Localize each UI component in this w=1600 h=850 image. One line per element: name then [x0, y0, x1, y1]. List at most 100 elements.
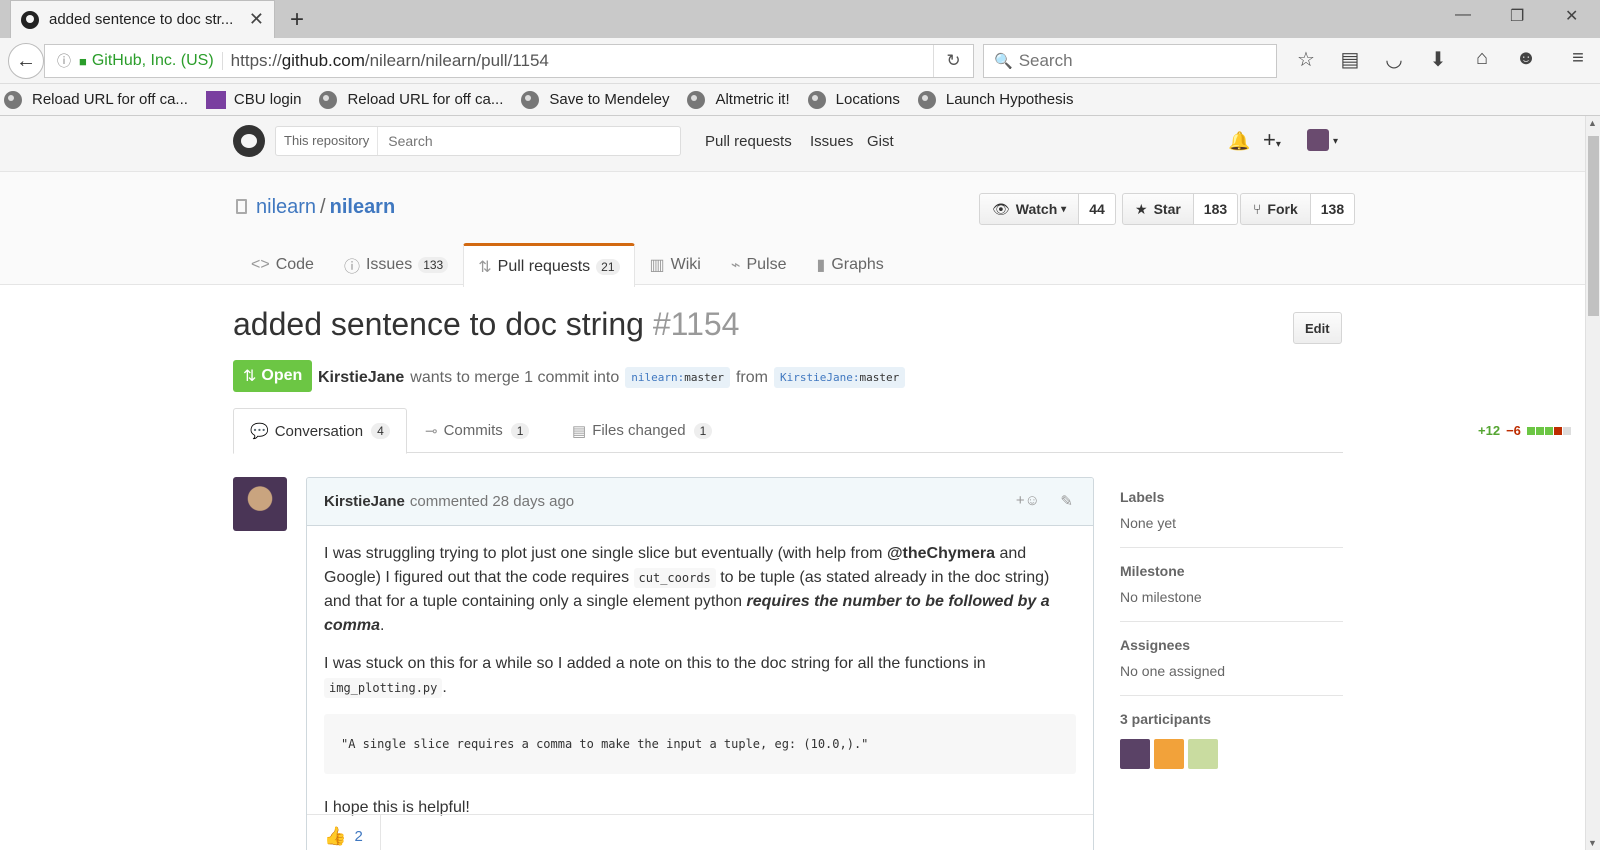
- scrollbar-thumb[interactable]: [1588, 136, 1599, 316]
- participant-avatar[interactable]: [1154, 739, 1184, 769]
- code-block: "A single slice requires a comma to make…: [324, 714, 1076, 774]
- head-ref[interactable]: KirstieJane:master: [773, 367, 906, 388]
- code-icon: <>: [251, 255, 270, 273]
- close-window-icon[interactable]: ✕: [1565, 6, 1578, 26]
- menu-icon[interactable]: ≡: [1564, 47, 1592, 70]
- bookmark-item[interactable]: CBU login: [205, 90, 301, 109]
- fork-group: ⑂ Fork 138: [1240, 193, 1356, 225]
- bookmark-item[interactable]: Reload URL for off ca...: [319, 90, 503, 109]
- back-button[interactable]: ←: [8, 43, 44, 79]
- tab-conversation[interactable]: 💬 Conversation 4: [233, 408, 407, 454]
- avatar-caret-icon[interactable]: ▾: [1333, 136, 1338, 147]
- edit-pencil-icon[interactable]: ✎: [1060, 492, 1073, 510]
- pr-author-link[interactable]: KirstieJane: [318, 369, 404, 387]
- participant-avatar[interactable]: [1188, 739, 1218, 769]
- tab-files-changed[interactable]: ▤ Files changed 1: [556, 408, 728, 453]
- bookmark-item[interactable]: Launch Hypothesis: [917, 90, 1073, 109]
- search-icon: 🔍: [994, 53, 1013, 70]
- mention-link[interactable]: @theChymera: [887, 545, 995, 562]
- site-identity[interactable]: GitHub, Inc. (US): [92, 52, 223, 70]
- bookmark-star-icon[interactable]: ☆: [1292, 47, 1320, 72]
- globe-icon: [917, 90, 936, 109]
- url-text[interactable]: https://github.com/nilearn/nilearn/pull/…: [231, 51, 933, 71]
- bookmark-item[interactable]: Altmetric it!: [687, 90, 790, 109]
- scroll-up-icon[interactable]: ▲: [1588, 118, 1597, 128]
- deletions-count: −6: [1506, 423, 1521, 438]
- star-count[interactable]: 183: [1193, 193, 1239, 225]
- inline-code: img_plotting.py: [324, 678, 443, 698]
- chat-icon[interactable]: ☻: [1512, 47, 1540, 70]
- comment-author-link[interactable]: KirstieJane: [324, 493, 405, 510]
- info-icon[interactable]: ⓘ: [57, 51, 71, 71]
- commits-counter: 1: [510, 422, 530, 439]
- globe-icon: [521, 90, 540, 109]
- restore-window-icon[interactable]: ❐: [1510, 6, 1524, 26]
- edit-title-button[interactable]: Edit: [1293, 312, 1342, 344]
- comment: KirstieJane commented 28 days ago +☺ ✎ I…: [306, 477, 1094, 850]
- tab-issues[interactable]: ⓘ Issues 133: [329, 243, 463, 285]
- fork-button[interactable]: ⑂ Fork: [1240, 193, 1311, 225]
- browser-search-bar[interactable]: 🔍: [983, 44, 1277, 78]
- github-logo-icon[interactable]: [233, 125, 265, 157]
- conversation-counter: 4: [371, 423, 390, 439]
- repo-owner-link[interactable]: nilearn: [256, 196, 316, 218]
- commenter-avatar[interactable]: [233, 477, 287, 531]
- scroll-down-icon[interactable]: ▼: [1588, 838, 1597, 848]
- globe-icon: [4, 90, 22, 109]
- nav-gist[interactable]: Gist: [867, 133, 894, 150]
- tab-wiki[interactable]: ▥ Wiki: [635, 243, 716, 285]
- tab-pull-requests[interactable]: ⇅ Pull requests 21: [463, 243, 635, 287]
- tab-code[interactable]: <> Code: [236, 243, 329, 285]
- create-new-icon[interactable]: +▾: [1263, 127, 1281, 153]
- participant-avatar[interactable]: [1120, 739, 1150, 769]
- diff-block: [1535, 426, 1544, 435]
- diff-block: [1544, 426, 1553, 435]
- tab-pulse[interactable]: ⌁ Pulse: [716, 243, 802, 285]
- close-tab-icon[interactable]: ✕: [249, 9, 264, 30]
- base-ref[interactable]: nilearn:master: [625, 367, 730, 388]
- browser-tab[interactable]: added sentence to doc str... ✕: [10, 0, 275, 38]
- home-icon[interactable]: ⌂: [1468, 47, 1496, 70]
- minimize-window-icon[interactable]: —: [1455, 6, 1471, 24]
- watch-button[interactable]: 👁 Watch ▾: [979, 193, 1080, 225]
- diff-block: [1562, 426, 1571, 435]
- tab-graphs[interactable]: ▮ Graphs: [802, 243, 899, 285]
- comment-meta[interactable]: commented 28 days ago: [410, 493, 574, 510]
- repo-search-input[interactable]: [378, 133, 570, 149]
- commit-icon: ⊸: [425, 422, 438, 440]
- star-button[interactable]: ★ Star: [1122, 193, 1194, 225]
- pocket-icon[interactable]: ◡: [1380, 47, 1408, 72]
- page-scrollbar[interactable]: ▲ ▼: [1585, 116, 1600, 850]
- assignees-heading: Assignees: [1120, 637, 1191, 653]
- nav-pull-requests[interactable]: Pull requests: [705, 133, 792, 150]
- repo-header: nilearn / nilearn 👁 Watch ▾ 44 ★ Star 183 ⑂ F…: [0, 172, 1585, 287]
- globe-icon: [807, 90, 826, 109]
- downloads-icon[interactable]: ⬇: [1424, 47, 1452, 72]
- bookmark-item[interactable]: Reload URL for off ca...: [4, 90, 188, 109]
- bookmark-item[interactable]: Save to Mendeley: [521, 90, 669, 109]
- labels-heading: Labels: [1120, 489, 1165, 505]
- add-reaction-icon[interactable]: +☺: [1016, 492, 1040, 509]
- pull-request-icon: ⇅: [478, 258, 492, 276]
- repo-search[interactable]: This repository: [275, 126, 681, 156]
- thumbs-up-icon: 👍: [324, 826, 347, 846]
- repo-name-link[interactable]: nilearn: [330, 196, 396, 218]
- watch-count[interactable]: 44: [1079, 193, 1116, 225]
- tab-commits[interactable]: ⊸ Commits 1: [409, 408, 545, 453]
- nav-issues[interactable]: Issues: [810, 133, 853, 150]
- eye-icon: 👁: [992, 200, 1010, 217]
- watch-group: 👁 Watch ▾ 44: [979, 193, 1116, 225]
- browser-search-input[interactable]: [1018, 51, 1259, 71]
- reload-icon[interactable]: ↻: [933, 45, 973, 77]
- milestone-section: Milestone No milestone: [1120, 548, 1343, 622]
- fork-icon: ⑂: [1253, 201, 1262, 217]
- thumbs-up-reaction[interactable]: 👍 2: [307, 814, 381, 850]
- bookmark-item[interactable]: Locations: [807, 90, 900, 109]
- url-bar[interactable]: ⓘ ■ GitHub, Inc. (US) https://github.com…: [44, 44, 974, 78]
- new-tab-button[interactable]: +: [290, 6, 304, 34]
- github-header: This repository Pull requests Issues Gis…: [0, 116, 1585, 172]
- notifications-bell-icon[interactable]: 🔔: [1228, 131, 1250, 152]
- user-avatar[interactable]: [1307, 129, 1329, 151]
- reading-list-icon[interactable]: ▤: [1336, 47, 1364, 72]
- fork-count[interactable]: 138: [1310, 193, 1356, 225]
